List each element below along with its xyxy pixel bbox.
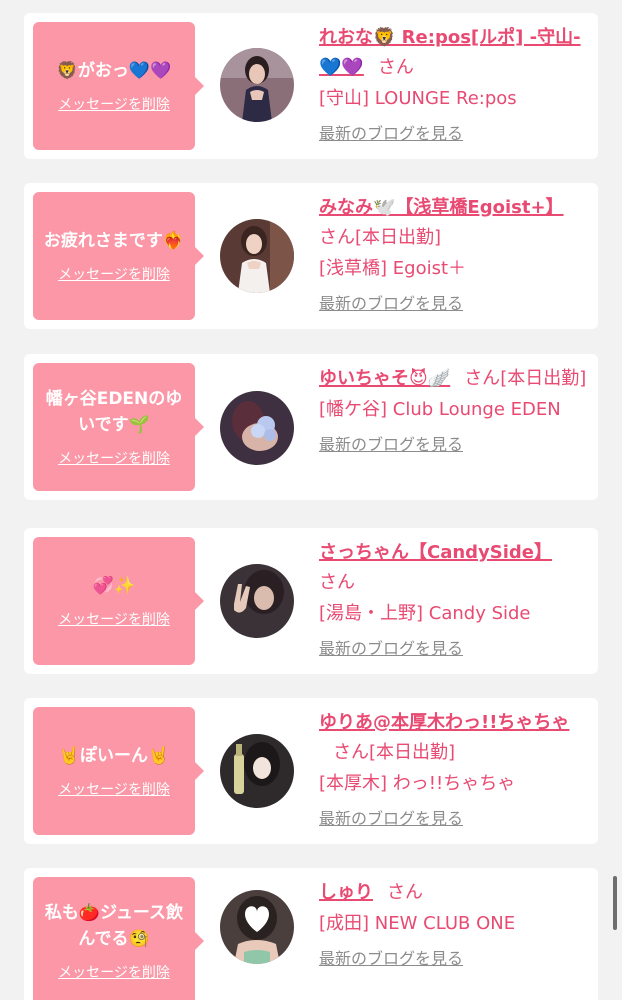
sender-name-link[interactable]: ゆいちゃそ😈🪽	[319, 368, 450, 389]
shop-name: [本厚木] わっ!!ちゃちゃ	[319, 773, 516, 794]
sender-info: れおな🦁 Re:pos[ルポ] -守山-💙💜 さん [守山] LOUNGE Re:…	[319, 23, 591, 147]
message-text: 💞✨	[92, 576, 136, 596]
shop-name: [成田] NEW CLUB ONE	[319, 913, 516, 934]
delete-message-link[interactable]: メッセージを削除	[58, 609, 170, 629]
honorific: さん	[377, 57, 414, 78]
message-card: 🤘ぽいーん🤘 メッセージを削除 ゆりあ@本厚木わっ!!ちゃちゃさん[本日出勤] …	[24, 698, 598, 844]
honorific: さん	[387, 882, 423, 903]
message-bubble: お疲れさまです❤️‍🔥 メッセージを削除	[33, 192, 204, 320]
avatar[interactable]	[220, 48, 294, 122]
message-text: 幡ヶ谷EDENのゆいです🌱	[45, 389, 183, 435]
message-text: 🤘ぽいーん🤘	[58, 746, 170, 766]
shop-name: [幡ケ谷] Club Lounge EDEN	[319, 399, 561, 420]
avatar[interactable]	[220, 564, 294, 638]
sender-info: さっちゃん【CandySide】 さん [湯島・上野] Candy Side 最新…	[319, 538, 591, 662]
honorific: さん	[333, 742, 369, 763]
view-blog-link[interactable]: 最新のブログを見る	[319, 121, 591, 147]
sender-info: ゆりあ@本厚木わっ!!ちゃちゃさん[本日出勤] [本厚木] わっ!!ちゃちゃ 最…	[319, 708, 591, 832]
sender-info: みなみ🕊️【浅草橋Egoist+】 さん[本日出勤] [浅草橋] Egoist＋ …	[319, 193, 591, 317]
delete-message-link[interactable]: メッセージを削除	[58, 94, 170, 114]
message-card: 🦁がおっ💙💜 メッセージを削除 れおな🦁 Re:pos[ルポ] -守山-💙💜 さん…	[24, 13, 598, 159]
message-text: 私も🍅ジュース飲んでる🧐	[44, 903, 184, 949]
message-card: お疲れさまです❤️‍🔥 メッセージを削除 みなみ🕊️【浅草橋Egoist+】 さん…	[24, 183, 598, 329]
view-blog-link[interactable]: 最新のブログを見る	[319, 291, 591, 317]
message-text: お疲れさまです❤️‍🔥	[43, 231, 185, 251]
message-card: 私も🍅ジュース飲んでる🧐 メッセージを削除 しゅり さん [成田] NEW CLU…	[24, 868, 598, 1000]
scrollbar[interactable]	[613, 876, 617, 930]
shop-name: [守山] LOUNGE Re:pos	[319, 88, 517, 109]
sender-name-link[interactable]: ゆりあ@本厚木わっ!!ちゃちゃ	[319, 712, 569, 733]
attendance-status: [本日出勤]	[500, 368, 587, 389]
message-bubble: 🦁がおっ💙💜 メッセージを削除	[33, 22, 204, 150]
shop-name: [湯島・上野] Candy Side	[319, 603, 531, 624]
delete-message-link[interactable]: メッセージを削除	[58, 962, 170, 982]
delete-message-link[interactable]: メッセージを削除	[58, 264, 170, 284]
avatar[interactable]	[220, 734, 294, 808]
message-text: 🦁がおっ💙💜	[56, 61, 172, 81]
message-bubble: 幡ヶ谷EDENのゆいです🌱 メッセージを削除	[33, 363, 204, 491]
delete-message-link[interactable]: メッセージを削除	[58, 448, 170, 468]
honorific: さん	[464, 368, 501, 389]
sender-info: ゆいちゃそ😈🪽 さん[本日出勤] [幡ケ谷] Club Lounge EDEN 最…	[319, 364, 591, 458]
message-card: 幡ヶ谷EDENのゆいです🌱 メッセージを削除 ゆいちゃそ😈🪽 さん[本日出勤] […	[24, 354, 598, 500]
view-blog-link[interactable]: 最新のブログを見る	[319, 432, 591, 458]
sender-name-link[interactable]: れおな🦁 Re:pos[ルポ] -守山-💙💜	[319, 27, 581, 78]
message-bubble: 💞✨ メッセージを削除	[33, 537, 204, 665]
attendance-status: [本日出勤]	[369, 742, 456, 763]
honorific: さん	[319, 227, 355, 248]
message-list: 🦁がおっ💙💜 メッセージを削除 れおな🦁 Re:pos[ルポ] -守山-💙💜 さん…	[0, 0, 622, 1000]
view-blog-link[interactable]: 最新のブログを見る	[319, 636, 591, 662]
view-blog-link[interactable]: 最新のブログを見る	[319, 946, 591, 972]
delete-message-link[interactable]: メッセージを削除	[58, 779, 170, 799]
view-blog-link[interactable]: 最新のブログを見る	[319, 806, 591, 832]
avatar[interactable]	[220, 890, 294, 964]
honorific: さん	[319, 572, 355, 593]
message-bubble: 🤘ぽいーん🤘 メッセージを削除	[33, 707, 204, 835]
sender-name-link[interactable]: しゅり	[319, 882, 373, 903]
avatar[interactable]	[220, 219, 294, 293]
sender-name-link[interactable]: さっちゃん【CandySide】	[319, 542, 552, 563]
message-bubble: 私も🍅ジュース飲んでる🧐 メッセージを削除	[33, 877, 204, 1000]
shop-name: [浅草橋] Egoist＋	[319, 258, 467, 279]
sender-name-link[interactable]: みなみ🕊️【浅草橋Egoist+】	[319, 197, 564, 218]
avatar[interactable]	[220, 391, 294, 465]
message-card: 💞✨ メッセージを削除 さっちゃん【CandySide】 さん [湯島・上野] C…	[24, 528, 598, 674]
sender-info: しゅり さん [成田] NEW CLUB ONE 最新のブログを見る	[319, 878, 591, 972]
attendance-status: [本日出勤]	[355, 227, 442, 248]
